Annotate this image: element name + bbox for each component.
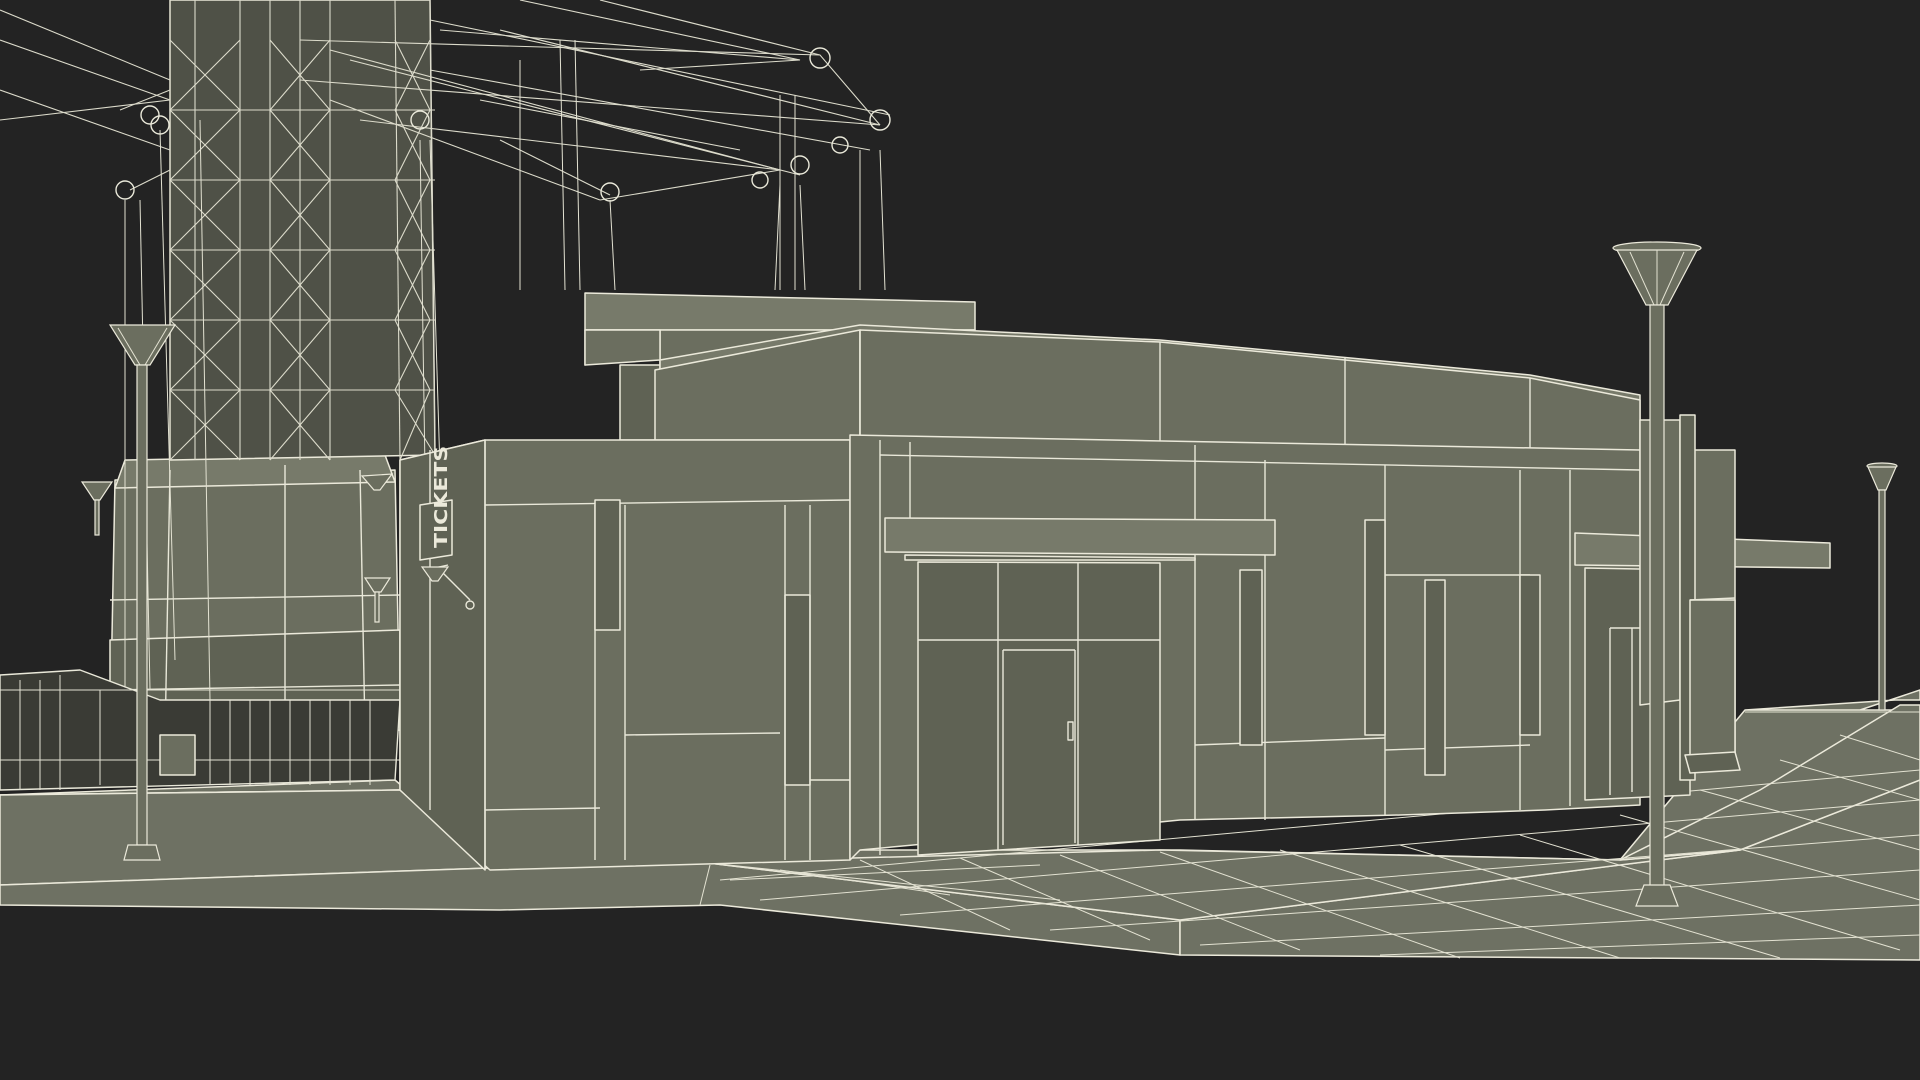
ticket-building: TICKETS bbox=[399, 292, 1831, 871]
render-viewport: TICKETS bbox=[0, 0, 1920, 1080]
street-lamp-far bbox=[1866, 462, 1898, 711]
wireframe-render: TICKETS bbox=[0, 0, 1920, 1080]
tickets-sign-label: TICKETS bbox=[431, 446, 451, 548]
